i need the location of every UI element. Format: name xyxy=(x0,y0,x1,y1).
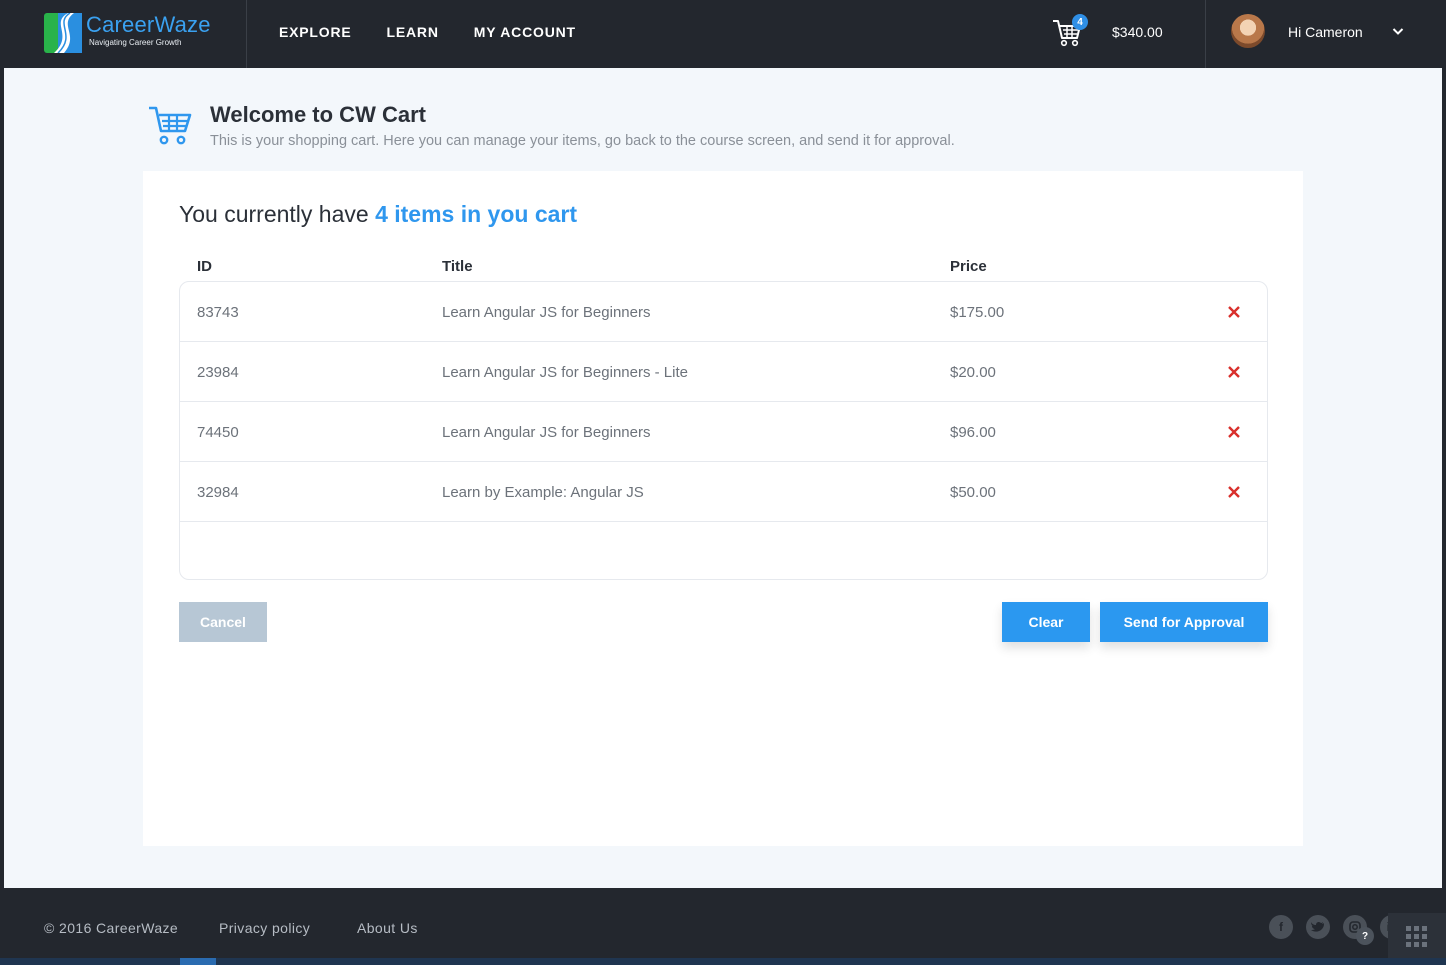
remove-item-icon[interactable] xyxy=(1226,364,1242,380)
main-nav: EXPLORE LEARN MY ACCOUNT xyxy=(279,24,611,40)
remove-item-icon[interactable] xyxy=(1226,484,1242,500)
bottom-strip xyxy=(0,958,1446,965)
send-for-approval-button[interactable]: Send for Approval xyxy=(1100,602,1268,642)
cart-table: 83743 Learn Angular JS for Beginners $17… xyxy=(179,281,1268,580)
user-greeting[interactable]: Hi Cameron xyxy=(1288,24,1363,40)
cart-total: $340.00 xyxy=(1112,24,1163,40)
column-header-id: ID xyxy=(197,258,212,275)
column-header-price: Price xyxy=(950,258,987,275)
nav-item-learn[interactable]: LEARN xyxy=(387,24,439,40)
column-header-title: Title xyxy=(442,258,473,275)
cancel-button[interactable]: Cancel xyxy=(179,602,267,642)
cart-summary: You currently have 4 items in you cart xyxy=(179,201,577,228)
footer: © 2016 CareerWaze Privacy policy About U… xyxy=(0,888,1446,965)
cart-card: You currently have 4 items in you cart I… xyxy=(143,171,1303,846)
logo-tagline: Navigating Career Growth xyxy=(89,38,182,47)
table-row: 74450 Learn Angular JS for Beginners $96… xyxy=(180,402,1267,462)
facebook-icon[interactable]: f xyxy=(1269,915,1293,939)
apps-grid-icon xyxy=(1406,926,1427,947)
table-row: 23984 Learn Angular JS for Beginners - L… xyxy=(180,342,1267,402)
nav-item-my-account[interactable]: MY ACCOUNT xyxy=(474,24,576,40)
table-row: 83743 Learn Angular JS for Beginners $17… xyxy=(180,282,1267,342)
item-price: $20.00 xyxy=(950,364,996,381)
top-navbar: CareerWaze Navigating Career Growth EXPL… xyxy=(0,0,1446,68)
logo-name: CareerWaze xyxy=(86,12,211,37)
cart-summary-count: 4 items in you cart xyxy=(375,201,578,227)
avatar[interactable] xyxy=(1231,14,1265,48)
clear-cart-button[interactable]: Clear xyxy=(1002,602,1090,642)
main-content: Welcome to CW Cart This is your shopping… xyxy=(4,68,1442,888)
header-divider xyxy=(1205,0,1206,68)
logo-road-icon xyxy=(44,13,82,53)
table-row: 32984 Learn by Example: Angular JS $50.0… xyxy=(180,462,1267,522)
item-title: Learn by Example: Angular JS xyxy=(442,484,644,501)
remove-item-icon[interactable] xyxy=(1226,424,1242,440)
page-title: Welcome to CW Cart xyxy=(210,102,426,127)
about-us-link[interactable]: About Us xyxy=(357,920,418,936)
privacy-policy-link[interactable]: Privacy policy xyxy=(219,920,310,936)
header-divider xyxy=(246,0,247,68)
item-price: $96.00 xyxy=(950,424,996,441)
item-title: Learn Angular JS for Beginners xyxy=(442,424,651,441)
nav-item-explore[interactable]: EXPLORE xyxy=(279,24,352,40)
item-id: 74450 xyxy=(197,424,239,441)
cart-count-badge: 4 xyxy=(1072,14,1088,30)
remove-item-icon[interactable] xyxy=(1226,304,1242,320)
copyright-text: © 2016 CareerWaze xyxy=(44,920,179,936)
cart-icon xyxy=(149,106,192,145)
item-price: $50.00 xyxy=(950,484,996,501)
twitter-icon[interactable] xyxy=(1306,915,1330,939)
cart-summary-prefix: You currently have xyxy=(179,201,369,227)
page-subtitle: This is your shopping cart. Here you can… xyxy=(210,133,955,149)
chevron-down-icon[interactable] xyxy=(1392,26,1404,36)
item-id: 32984 xyxy=(197,484,239,501)
item-id: 23984 xyxy=(197,364,239,381)
item-title: Learn Angular JS for Beginners - Lite xyxy=(442,364,688,381)
item-price: $175.00 xyxy=(950,304,1005,321)
app-logo[interactable]: CareerWaze Navigating Career Growth xyxy=(44,12,211,53)
item-id: 83743 xyxy=(197,304,239,321)
header-cart-button[interactable]: 4 xyxy=(1052,14,1092,48)
help-icon[interactable]: ? xyxy=(1356,927,1374,945)
item-title: Learn Angular JS for Beginners xyxy=(442,304,651,321)
help-widget[interactable] xyxy=(1388,913,1446,958)
